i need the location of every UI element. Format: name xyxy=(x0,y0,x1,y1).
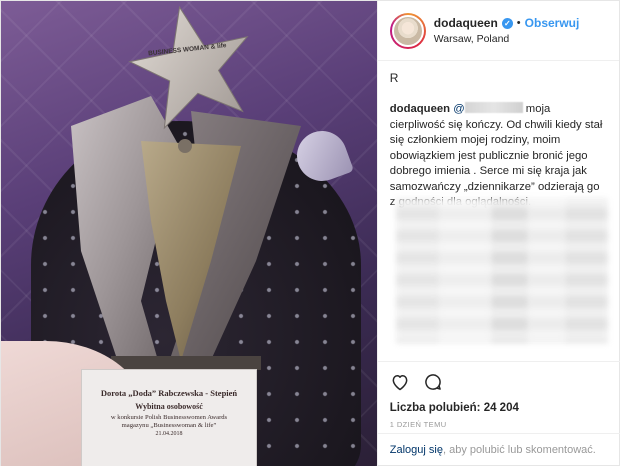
likes-count[interactable]: Liczba polubień: 24 204 xyxy=(390,402,609,414)
login-prompt-text: , aby polubić lub skomentować. xyxy=(442,444,596,456)
plaque-magazine: magazynu „Businesswoman & life” xyxy=(121,422,217,429)
caption-username[interactable]: dodaqueen xyxy=(390,103,450,115)
first-comment: R xyxy=(389,71,399,85)
instagram-post: BUSINESS WOMAN & life Dorota „Doda” Rabc… xyxy=(0,0,620,466)
name-row: dodaqueen ✓ • Obserwuj xyxy=(434,16,580,30)
verified-badge-icon: ✓ xyxy=(501,17,513,29)
plaque-date: 21.04.2018 xyxy=(155,431,183,437)
plaque-contest: w konkursie Polish Businesswomen Awards xyxy=(110,414,228,421)
follow-button[interactable]: Obserwuj xyxy=(525,16,580,30)
heart-icon[interactable] xyxy=(390,372,410,392)
avatar[interactable] xyxy=(389,12,426,49)
post-header: dodaqueen ✓ • Obserwuj Warsaw, Poland xyxy=(377,1,619,61)
post-sidebar: dodaqueen ✓ • Obserwuj Warsaw, Poland R … xyxy=(376,1,620,466)
separator-dot: • xyxy=(516,17,521,29)
trophy-button xyxy=(178,139,192,153)
action-icons xyxy=(390,370,609,394)
mention-prefix: @ xyxy=(453,103,465,115)
trophy-base xyxy=(111,356,261,370)
plaque-name: Dorota „Doda” Rabczewska - Stepień xyxy=(100,388,238,398)
username-link[interactable]: dodaqueen xyxy=(434,16,498,30)
caption-comment: dodaqueen @ moja cierpliwość się kończy.… xyxy=(390,102,607,211)
trophy-plaque: Dorota „Doda” Rabczewska - Stepień Wybit… xyxy=(81,369,257,466)
avatar-image xyxy=(391,14,424,47)
login-link[interactable]: Zaloguj się xyxy=(390,444,443,456)
blurred-mention xyxy=(464,102,523,113)
login-prompt: Zaloguj się, aby polubić lub skomentować… xyxy=(377,433,620,466)
header-text: dodaqueen ✓ • Obserwuj Warsaw, Poland xyxy=(434,16,580,45)
mention-link[interactable]: @ xyxy=(453,102,523,115)
post-time[interactable]: 1 DZIEŃ TEMU xyxy=(390,420,609,429)
plaque-title: Wybitna osobowość xyxy=(135,402,203,411)
caption-text: moja cierpliwość się kończy. Od chwili k… xyxy=(389,103,603,208)
post-actions: Liczba polubień: 24 204 1 DZIEŃ TEMU xyxy=(377,361,620,429)
location-link[interactable]: Warsaw, Poland xyxy=(434,33,580,45)
comments-area: R dodaqueen @ moja cierpliwość się kończ… xyxy=(378,71,619,211)
blurred-comments xyxy=(395,198,608,343)
comment-icon[interactable] xyxy=(423,372,443,392)
post-photo[interactable]: BUSINESS WOMAN & life Dorota „Doda” Rabc… xyxy=(1,1,377,466)
